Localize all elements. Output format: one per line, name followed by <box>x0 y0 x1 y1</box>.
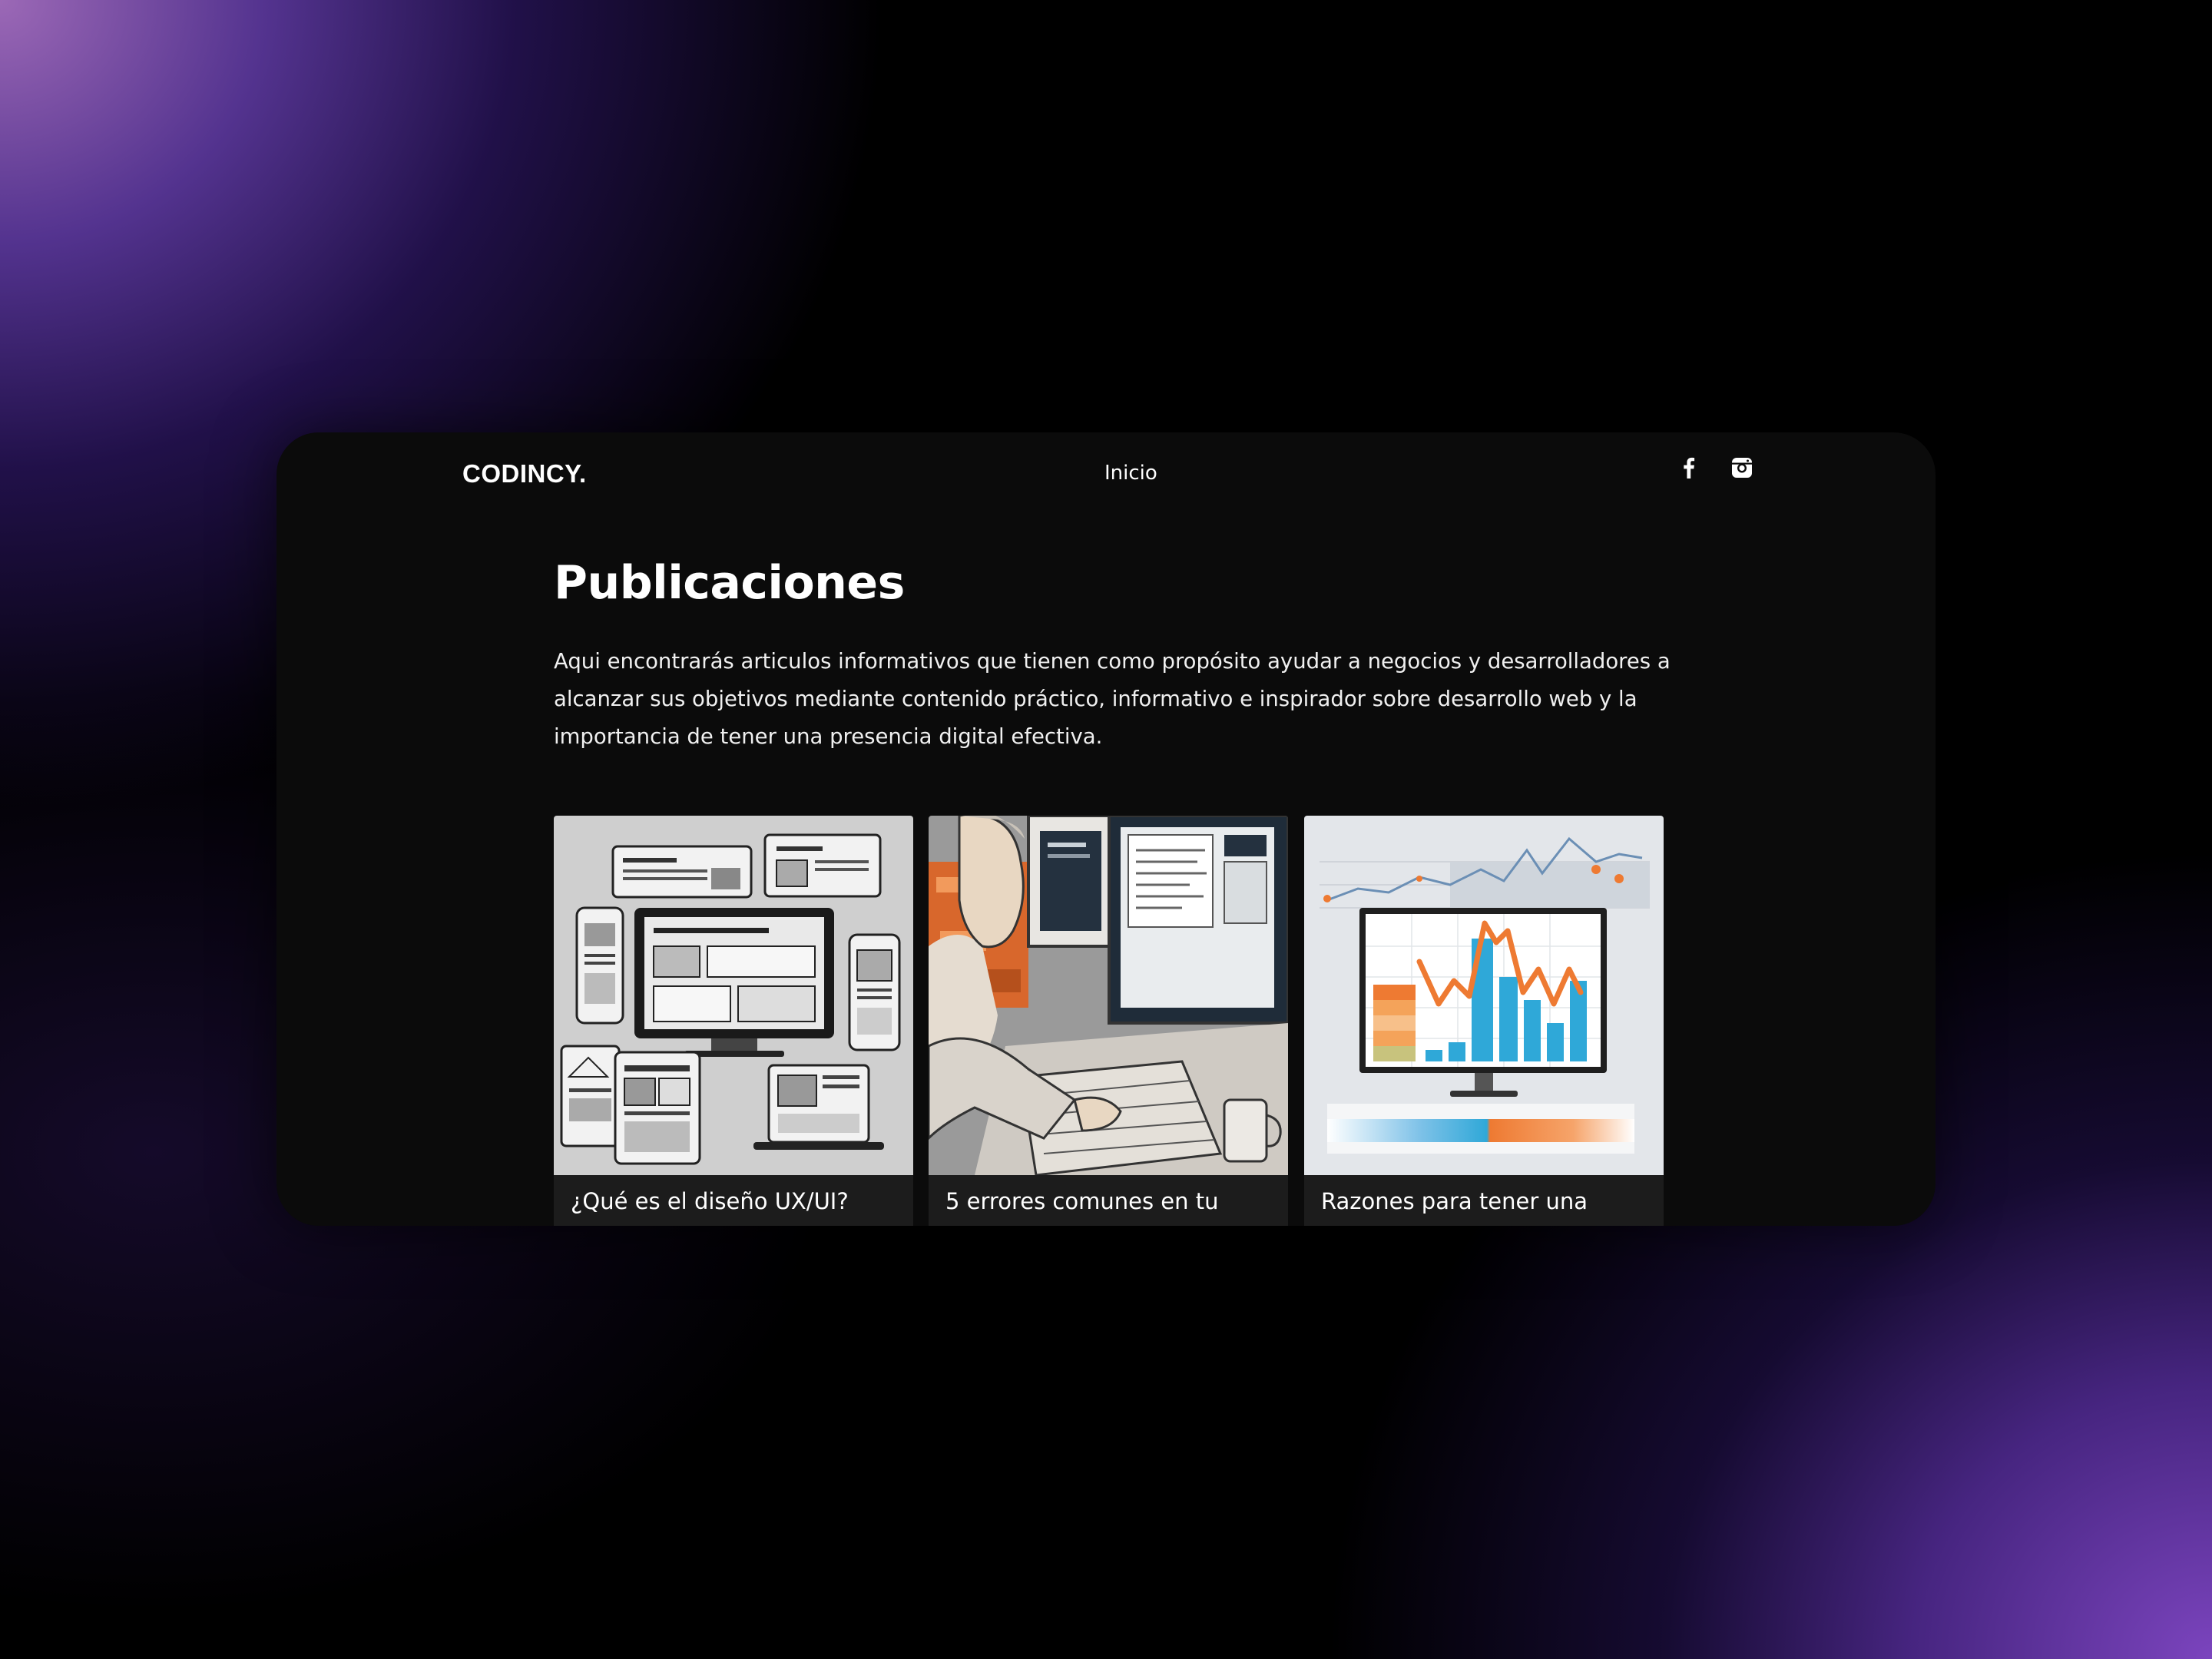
intro-paragraph: Aqui encontrarás articulos informativos … <box>554 649 1671 749</box>
instagram-icon[interactable] <box>1730 455 1754 480</box>
developer-at-computer-illustration <box>929 816 1288 1175</box>
main-content: Publicaciones Aqui encontrarás articulos… <box>554 555 1671 756</box>
post-title[interactable]: 5 errores comunes en tu <box>945 1188 1218 1214</box>
browser-window: CODINCY. Inicio Publicaciones Aqui encon… <box>276 432 1936 1226</box>
ux-ui-devices-illustration <box>554 816 913 1175</box>
post-title[interactable]: Razones para tener una <box>1321 1188 1588 1214</box>
analytics-chart-monitor-illustration <box>1304 816 1664 1175</box>
post-card[interactable]: ¿Qué es el diseño UX/UI? <box>554 816 913 1226</box>
nav-link-inicio[interactable]: Inicio <box>1104 462 1157 485</box>
post-card[interactable]: Razones para tener una <box>1304 816 1664 1226</box>
posts-grid: ¿Qué es el diseño UX/UI? 5 errores comun… <box>554 816 1667 1226</box>
site-logo[interactable]: CODINCY. <box>462 459 587 488</box>
page-title: Publicaciones <box>554 556 905 610</box>
post-title[interactable]: ¿Qué es el diseño UX/UI? <box>571 1188 849 1214</box>
post-card[interactable]: 5 errores comunes en tu <box>929 816 1288 1226</box>
top-navigation: CODINCY. Inicio <box>276 432 1936 517</box>
facebook-icon[interactable] <box>1677 455 1701 480</box>
